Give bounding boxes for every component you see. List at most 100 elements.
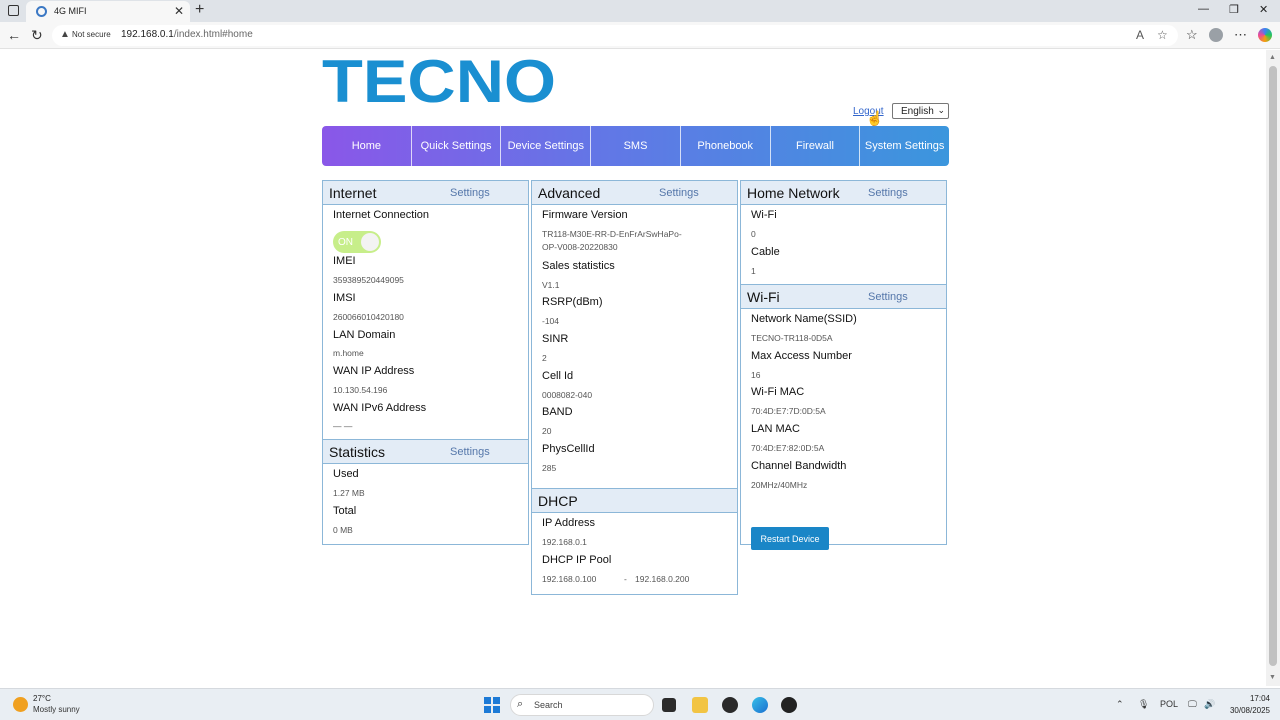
start-tile	[484, 705, 491, 713]
dhcp-title: DHCP	[538, 493, 578, 509]
home-network-panel-header: Home Network Settings	[741, 181, 946, 205]
channel-bandwidth-label: Channel Bandwidth	[751, 460, 847, 472]
microphone-icon[interactable]: 🎙	[1138, 699, 1149, 710]
rsrp-label: RSRP(dBm)	[542, 296, 603, 308]
back-icon[interactable]: ←	[7, 27, 21, 43]
nav-phonebook[interactable]: Phonebook	[681, 126, 771, 166]
nav-firewall[interactable]: Firewall	[771, 126, 861, 166]
file-explorer-icon[interactable]	[692, 697, 708, 713]
volume-icon[interactable]: 🔊	[1204, 699, 1215, 710]
cable-value: 1	[751, 266, 756, 276]
url-field[interactable]: ▲ Not secure 192.168.0.1/index.html#home…	[52, 25, 1178, 46]
advanced-settings-link[interactable]: Settings	[659, 187, 699, 199]
search-placeholder: Search	[534, 700, 563, 710]
browser-tab[interactable]: 4G MIFI ✕	[26, 1, 190, 22]
dhcp-panel: DHCP IP Address 192.168.0.1 DHCP IP Pool…	[531, 488, 738, 595]
wan-ipv6-value: — —	[333, 421, 353, 431]
tray-expand-icon[interactable]: ⌃	[1116, 699, 1124, 710]
home-network-panel: Home Network Settings Wi-Fi 0 Cable 1	[740, 180, 947, 285]
language-select[interactable]: English ⌄	[892, 103, 949, 119]
dhcp-pool-start: 192.168.0.100	[542, 574, 597, 584]
scroll-down-icon[interactable]: ▼	[1269, 674, 1276, 681]
network-icon[interactable]: 🖵	[1188, 699, 1197, 710]
scrollbar-thumb[interactable]	[1269, 66, 1277, 666]
url-text[interactable]: 192.168.0.1/index.html#home	[121, 29, 253, 40]
home-network-settings-link[interactable]: Settings	[868, 187, 908, 199]
tab-close-icon[interactable]: ✕	[174, 4, 184, 18]
advanced-title: Advanced	[538, 185, 601, 201]
tab-actions-icon[interactable]	[8, 5, 19, 16]
imei-value: 359389520449095	[333, 275, 404, 285]
chrome-app-icon[interactable]	[781, 697, 797, 713]
statistics-settings-link[interactable]: Settings	[450, 446, 490, 458]
wifi-panel-header: Wi-Fi Settings	[741, 285, 946, 309]
read-aloud-icon[interactable]: A	[1136, 28, 1144, 42]
firmware-value: TR118-M30E-RR-D-EnFrArSwHaPo- OP-V008-20…	[542, 228, 712, 254]
favorites-icon[interactable]: ☆	[1186, 27, 1198, 43]
channel-bandwidth-value: 20MHz/40MHz	[751, 480, 808, 490]
input-language[interactable]: POL	[1160, 699, 1178, 709]
internet-settings-link[interactable]: Settings	[450, 187, 490, 199]
url-host: 192.168.0.1	[121, 29, 174, 40]
scroll-up-icon[interactable]: ▲	[1269, 54, 1276, 61]
minimize-icon[interactable]: —	[1198, 3, 1209, 15]
restart-device-button[interactable]: Restart Device	[751, 527, 829, 550]
imei-label: IMEI	[333, 255, 356, 267]
profile-avatar[interactable]	[1209, 28, 1223, 42]
internet-connection-toggle[interactable]: ON	[333, 231, 381, 253]
dhcp-pool-label: DHCP IP Pool	[542, 554, 612, 566]
wifi-panel: Wi-Fi Settings Network Name(SSID) TECNO-…	[740, 284, 947, 550]
clock-time[interactable]: 17:04	[1226, 694, 1270, 703]
internet-connection-label: Internet Connection	[333, 209, 430, 221]
favorite-star-icon[interactable]: ☆	[1157, 28, 1168, 42]
wifi-settings-link[interactable]: Settings	[868, 291, 908, 303]
statistics-panel-header: Statistics Settings	[323, 440, 528, 464]
clock-date[interactable]: 30/08/2025	[1220, 706, 1270, 715]
statistics-panel: Statistics Settings Used 1.27 MB Total 0…	[322, 439, 529, 545]
firmware-line-2: OP-V008-20220830	[542, 242, 618, 252]
taskbar-search[interactable]: ⌕ Search	[510, 694, 654, 716]
nav-quick-settings[interactable]: Quick Settings	[412, 126, 502, 166]
dhcp-panel-header: DHCP	[532, 489, 737, 513]
language-value: English	[901, 106, 934, 117]
weather-sun-icon[interactable]	[13, 697, 28, 712]
close-window-icon[interactable]: ✕	[1259, 3, 1268, 16]
band-value: 20	[542, 426, 552, 436]
toggle-on-label: ON	[338, 237, 353, 248]
taskbar: 27°C Mostly sunny ⌕ Search ⌃ 🎙 POL 🖵 🔊 1…	[0, 688, 1280, 720]
app-icon[interactable]	[722, 697, 738, 713]
wan-ip-label: WAN IP Address	[333, 365, 415, 377]
wifi-mac-label: Wi-Fi MAC	[751, 386, 805, 398]
imsi-label: IMSI	[333, 292, 356, 304]
security-label[interactable]: Not secure	[72, 30, 111, 39]
total-label: Total	[333, 505, 357, 517]
task-view-icon[interactable]	[662, 698, 676, 712]
edge-browser-icon[interactable]	[752, 697, 768, 713]
reload-icon[interactable]: ↻	[31, 27, 43, 44]
toggle-knob	[361, 233, 379, 251]
more-menu-icon[interactable]: ⋯	[1234, 27, 1247, 43]
page-scrollbar[interactable]: ▲ ▼	[1266, 50, 1280, 686]
dhcp-ip-label: IP Address	[542, 517, 595, 529]
phys-cell-id-value: 285	[542, 463, 557, 473]
start-button[interactable]	[484, 697, 500, 713]
weather-temperature[interactable]: 27°C	[33, 694, 51, 703]
lan-domain-label: LAN Domain	[333, 329, 396, 341]
restore-icon[interactable]: ❐	[1229, 3, 1239, 16]
nav-sms[interactable]: SMS	[591, 126, 681, 166]
logo-text: TECNO	[322, 54, 556, 106]
ssid-label: Network Name(SSID)	[751, 313, 857, 325]
used-value: 1.27 MB	[333, 488, 365, 498]
favicon-icon	[36, 6, 47, 17]
warning-icon[interactable]: ▲	[60, 29, 70, 40]
start-tile	[492, 705, 500, 713]
sales-statistics-value: V1.1	[542, 280, 560, 290]
advanced-panel: Advanced Settings Firmware Version TR118…	[531, 180, 738, 490]
nav-device-settings[interactable]: Device Settings	[501, 126, 592, 166]
weather-description[interactable]: Mostly sunny	[33, 705, 80, 714]
copilot-icon[interactable]	[1258, 28, 1272, 42]
used-label: Used	[333, 468, 359, 480]
new-tab-icon[interactable]: +	[195, 1, 204, 19]
nav-system-settings[interactable]: System Settings	[860, 126, 949, 166]
nav-home[interactable]: Home	[322, 126, 412, 166]
